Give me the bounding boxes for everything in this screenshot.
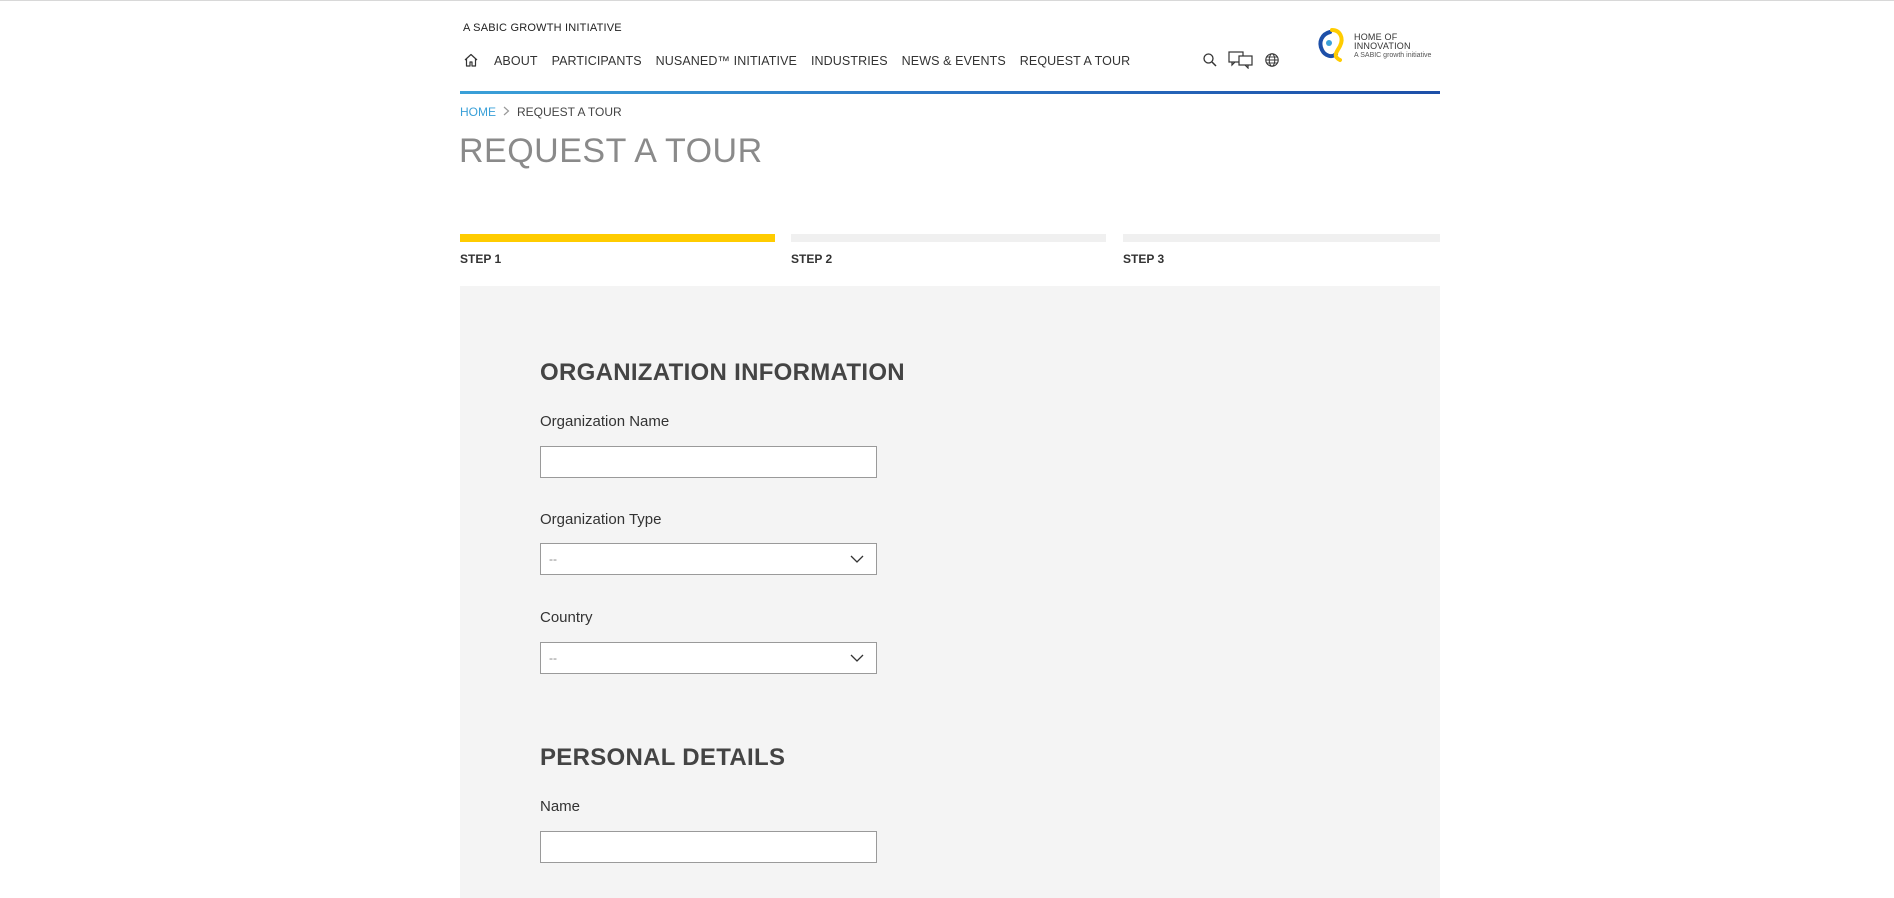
nav-item-request-tour[interactable]: REQUEST A TOUR [1020, 54, 1130, 68]
breadcrumb-current: REQUEST A TOUR [517, 105, 622, 119]
step-2-bar [791, 234, 1106, 242]
logo-line-3: A SABIC growth initiative [1354, 51, 1432, 59]
site-tagline: A SABIC GROWTH INITIATIVE [463, 22, 622, 34]
step-1-label: STEP 1 [460, 252, 502, 266]
name-label: Name [540, 798, 581, 815]
organization-name-input[interactable] [540, 446, 877, 478]
name-input[interactable] [540, 831, 877, 863]
page-title: REQUEST A TOUR [459, 132, 763, 170]
chat-icon[interactable] [1228, 51, 1254, 69]
home-of-innovation-logo[interactable]: HOME OF INNOVATION A SABIC growth initia… [1316, 28, 1431, 64]
main-nav: ABOUT PARTICIPANTS NUSANED™ INITIATIVE I… [463, 51, 1144, 71]
header-divider [460, 91, 1440, 94]
step-1-bar [460, 234, 775, 242]
home-icon[interactable] [463, 52, 481, 70]
nav-item-about[interactable]: ABOUT [494, 54, 538, 68]
nav-item-industries[interactable]: INDUSTRIES [811, 54, 888, 68]
breadcrumb-home-link[interactable]: HOME [460, 105, 496, 119]
logo-mark-icon [1318, 28, 1344, 62]
chevron-down-icon [850, 555, 864, 563]
step-3-label: STEP 3 [1123, 252, 1165, 266]
chevron-down-icon [850, 654, 864, 662]
breadcrumb: HOME REQUEST A TOUR [460, 105, 622, 119]
search-icon[interactable] [1202, 51, 1218, 69]
step-3: STEP 3 [1123, 234, 1440, 266]
step-3-bar [1123, 234, 1440, 242]
country-select[interactable]: -- [540, 642, 877, 674]
organization-section-title: ORGANIZATION INFORMATION [540, 359, 905, 386]
nav-item-nusaned[interactable]: NUSANED™ INITIATIVE [656, 54, 797, 68]
step-2: STEP 2 [791, 234, 1106, 266]
personal-section-title: PERSONAL DETAILS [540, 744, 786, 771]
chevron-right-icon [503, 105, 510, 119]
country-label: Country [540, 609, 593, 626]
country-value: -- [549, 651, 557, 665]
step-1: STEP 1 [460, 234, 775, 266]
header-tools [1202, 51, 1290, 69]
logo-text: HOME OF INNOVATION A SABIC growth initia… [1354, 32, 1432, 60]
nav-item-participants[interactable]: PARTICIPANTS [552, 54, 642, 68]
nav-item-news-events[interactable]: NEWS & EVENTS [902, 54, 1006, 68]
globe-icon[interactable] [1264, 51, 1280, 69]
tour-request-form: ORGANIZATION INFORMATION Organization Na… [460, 286, 1440, 898]
organization-type-label: Organization Type [540, 511, 662, 528]
organization-type-value: -- [549, 552, 557, 566]
organization-name-label: Organization Name [540, 413, 670, 430]
organization-type-select[interactable]: -- [540, 543, 877, 575]
step-2-label: STEP 2 [791, 252, 833, 266]
logo-line-2: INNOVATION [1354, 40, 1411, 51]
